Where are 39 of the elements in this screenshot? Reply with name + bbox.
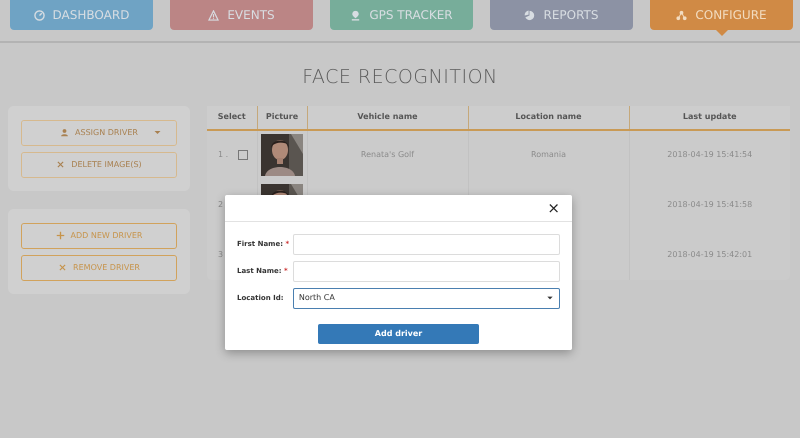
text-field[interactable] bbox=[292, 234, 560, 254]
side-button[interactable]: ADD NEW DRIVER bbox=[21, 222, 177, 248]
close-icon bbox=[58, 263, 68, 272]
column-header: Vehicle name bbox=[307, 106, 468, 130]
row-number: 1 . bbox=[218, 150, 228, 159]
column-header: Last update bbox=[629, 106, 790, 130]
nodes-icon bbox=[676, 10, 688, 20]
pie-chart-icon bbox=[524, 10, 536, 20]
gauge-icon bbox=[34, 10, 45, 20]
close-button[interactable]: × bbox=[545, 200, 562, 216]
page-title: FACE RECOGNITION bbox=[301, 65, 499, 90]
row-number: 3 bbox=[218, 250, 224, 258]
nav-tab[interactable]: DASHBOARD bbox=[10, 0, 153, 30]
close-icon bbox=[56, 160, 66, 169]
table-cell: 2018-04-19 15:41:58 bbox=[667, 200, 752, 208]
column-header: Select bbox=[207, 106, 257, 130]
side-button[interactable]: REMOVE DRIVER bbox=[21, 254, 177, 280]
row-number: 2 bbox=[218, 200, 224, 208]
location-select[interactable]: North CA bbox=[292, 288, 560, 308]
row-checkbox[interactable] bbox=[238, 150, 248, 160]
column-header: Location name bbox=[468, 106, 629, 130]
text-field[interactable] bbox=[292, 260, 560, 282]
nav-tab[interactable]: GPS TRACKER bbox=[330, 0, 473, 30]
caret-icon bbox=[153, 128, 162, 137]
nav-tab[interactable]: REPORTS bbox=[490, 0, 633, 30]
column-header: Picture bbox=[257, 106, 307, 130]
user-icon bbox=[60, 128, 70, 137]
tab-pointer bbox=[716, 30, 728, 36]
table-cell: 2018-04-19 15:41:54 bbox=[667, 150, 752, 159]
table-cell: Romania bbox=[531, 150, 566, 159]
table-cell: Renata's Golf bbox=[360, 150, 414, 159]
table-cell: 2018-04-19 15:42:01 bbox=[667, 250, 752, 258]
caret-icon bbox=[546, 294, 554, 302]
warning-icon bbox=[208, 10, 220, 20]
nav-tab[interactable]: CONFIGURE bbox=[650, 0, 793, 30]
plus-icon bbox=[56, 231, 64, 240]
location-pin-icon bbox=[350, 10, 362, 20]
nav-tab[interactable]: EVENTS bbox=[170, 0, 313, 30]
add-driver-button[interactable]: Add driver bbox=[318, 324, 479, 344]
